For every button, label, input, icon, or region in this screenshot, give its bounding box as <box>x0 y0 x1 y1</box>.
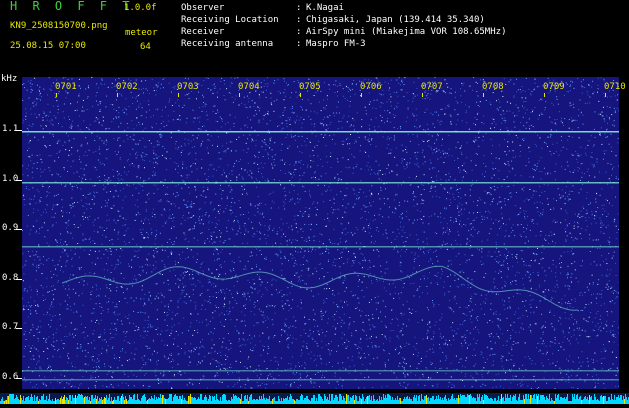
activity-bar-canvas <box>0 393 629 404</box>
time-tick-mark <box>300 93 301 97</box>
time-tick-mark <box>483 93 484 97</box>
freq-tick-mark <box>16 279 22 280</box>
info-colon: : <box>296 3 301 14</box>
time-tick-mark <box>56 93 57 97</box>
time-tick-0709: 0709 <box>543 82 565 92</box>
activity-bar <box>0 389 629 400</box>
time-tick-mark <box>605 93 606 97</box>
freq-tick-mark <box>16 130 22 131</box>
freq-tick-mark <box>16 328 22 329</box>
freq-tick-0.6: 0.6 <box>2 372 18 382</box>
location-label: Receiving Location <box>181 15 279 26</box>
spectrogram-canvas <box>22 77 619 389</box>
freq-tick-mark <box>16 229 22 230</box>
time-tick-0710: 0710 <box>604 82 626 92</box>
time-tick-0708: 0708 <box>482 82 504 92</box>
axis-unit: kHz <box>1 74 17 85</box>
receiver-value: AirSpy mini (Miakejima VOR 108.65MHz) <box>306 27 506 38</box>
info-colon: : <box>296 39 301 50</box>
app-version: 1.0.0f <box>124 3 157 14</box>
time-tick-mark <box>239 93 240 97</box>
meteor-label: meteor <box>125 28 158 39</box>
datetime: 25.08.15 07:00 <box>10 41 86 52</box>
file-name: KN9_2508150700.png <box>10 21 108 32</box>
observer-value: K.Nagai <box>306 3 344 14</box>
time-tick-0701: 0701 <box>55 82 77 92</box>
time-tick-mark <box>117 93 118 97</box>
freq-tick-1.1: 1.1 <box>2 124 18 134</box>
time-tick-0702: 0702 <box>116 82 138 92</box>
freq-tick-0.7: 0.7 <box>2 322 18 332</box>
location-value: Chigasaki, Japan (139.414 35.340) <box>306 15 485 26</box>
time-tick-0703: 0703 <box>177 82 199 92</box>
antenna-label: Receiving antenna <box>181 39 273 50</box>
freq-tick-0.9: 0.9 <box>2 223 18 233</box>
freq-tick-1.0: 1.0 <box>2 174 18 184</box>
spectrogram <box>22 77 619 389</box>
freq-tick-mark <box>16 378 22 379</box>
info-colon: : <box>296 27 301 38</box>
time-tick-0705: 0705 <box>299 82 321 92</box>
freq-tick-0.8: 0.8 <box>2 273 18 283</box>
time-tick-mark <box>422 93 423 97</box>
right-margin <box>619 77 629 389</box>
app-title: H R O F F T <box>10 1 133 12</box>
freq-tick-mark <box>16 180 22 181</box>
observer-label: Observer <box>181 3 224 14</box>
time-tick-0706: 0706 <box>360 82 382 92</box>
time-tick-mark <box>361 93 362 97</box>
time-tick-mark <box>544 93 545 97</box>
receiver-label: Receiver <box>181 27 224 38</box>
antenna-value: Maspro FM-3 <box>306 39 366 50</box>
meteor-count: 64 <box>140 42 151 53</box>
time-tick-0704: 0704 <box>238 82 260 92</box>
time-tick-mark <box>178 93 179 97</box>
info-colon: : <box>296 15 301 26</box>
time-tick-0707: 0707 <box>421 82 443 92</box>
